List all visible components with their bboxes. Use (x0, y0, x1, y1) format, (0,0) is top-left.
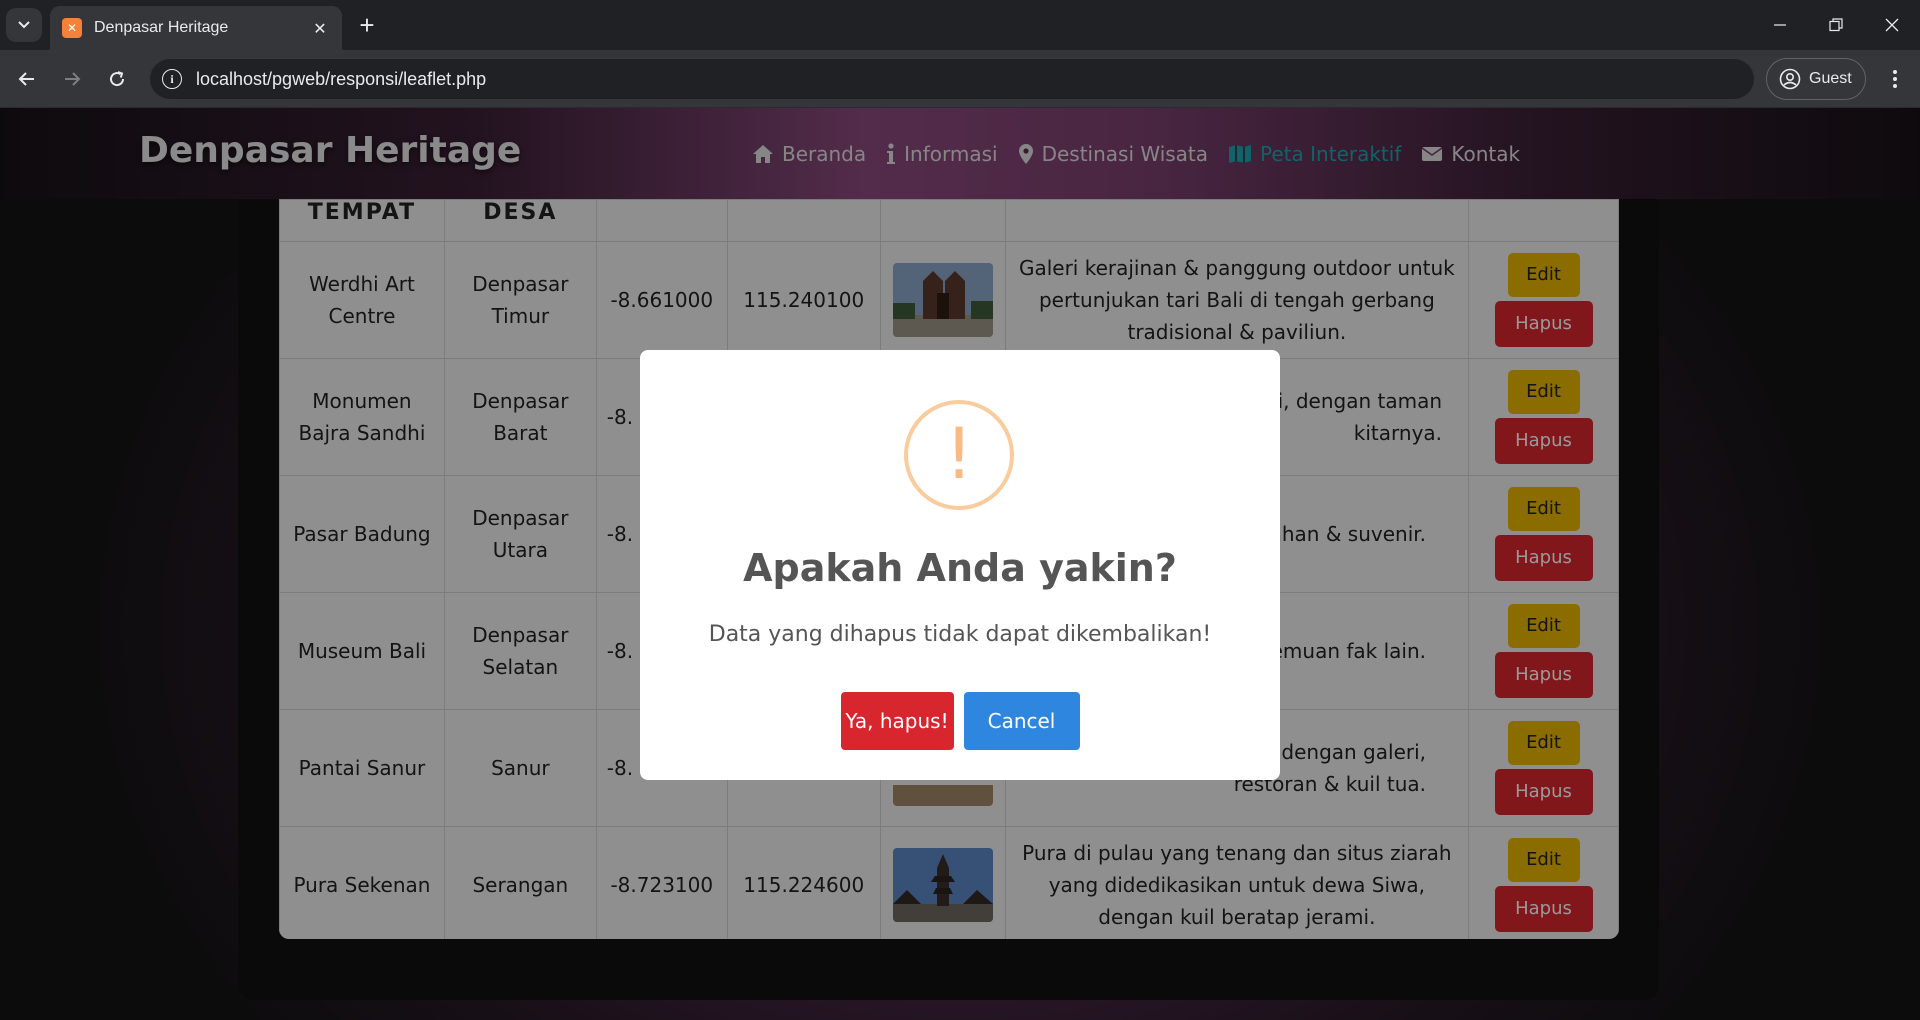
browser-tab[interactable]: ✕ Denpasar Heritage ✕ (50, 6, 342, 50)
chevron-down-icon (18, 21, 30, 29)
browser-menu-button[interactable] (1880, 64, 1910, 94)
warning-icon: ! (904, 400, 1014, 510)
restore-button[interactable] (1808, 0, 1864, 50)
window-controls (1752, 0, 1920, 50)
dialog-message: Data yang dihapus tidak dapat dikembalik… (708, 622, 1212, 647)
close-icon (1885, 18, 1899, 32)
confirm-delete-button[interactable]: Ya, hapus! (840, 692, 954, 750)
browser-toolbar: i localhost/pgweb/responsi/leaflet.php G… (0, 50, 1920, 108)
address-bar[interactable]: i localhost/pgweb/responsi/leaflet.php (150, 59, 1754, 99)
minimize-icon (1774, 24, 1786, 26)
xampp-favicon-icon: ✕ (62, 18, 82, 38)
minimize-button[interactable] (1752, 0, 1808, 50)
dialog-title: Apakah Anda yakin? (743, 546, 1177, 590)
arrow-left-icon (18, 72, 34, 86)
reload-icon (110, 71, 125, 87)
profile-label: Guest (1809, 70, 1852, 87)
url-text: localhost/pgweb/responsi/leaflet.php (196, 68, 487, 89)
reload-button[interactable] (102, 64, 132, 94)
site-info-icon[interactable]: i (162, 69, 182, 89)
forward-button[interactable] (57, 64, 87, 94)
arrow-right-icon (65, 72, 81, 86)
cancel-button[interactable]: Cancel (963, 692, 1080, 750)
back-button[interactable] (12, 64, 42, 94)
close-window-button[interactable] (1864, 0, 1920, 50)
profile-button[interactable]: Guest (1766, 58, 1866, 100)
tab-search-button[interactable] (6, 8, 42, 42)
delete-confirmation-dialog: ! Apakah Anda yakin? Data yang dihapus t… (640, 350, 1280, 780)
page-viewport: TEMPAT DESA Werdhi Art Centre Denpasar T… (0, 108, 1920, 1020)
close-tab-icon[interactable]: ✕ (310, 19, 330, 38)
browser-tab-strip: ✕ Denpasar Heritage ✕ + (0, 0, 1920, 50)
tab-title: Denpasar Heritage (94, 19, 229, 36)
restore-icon (1829, 18, 1843, 32)
more-vertical-icon (1893, 70, 1897, 88)
dialog-actions: Ya, hapus! Cancel (640, 692, 1280, 750)
new-tab-button[interactable]: + (352, 10, 382, 40)
profile-icon (1779, 68, 1801, 90)
